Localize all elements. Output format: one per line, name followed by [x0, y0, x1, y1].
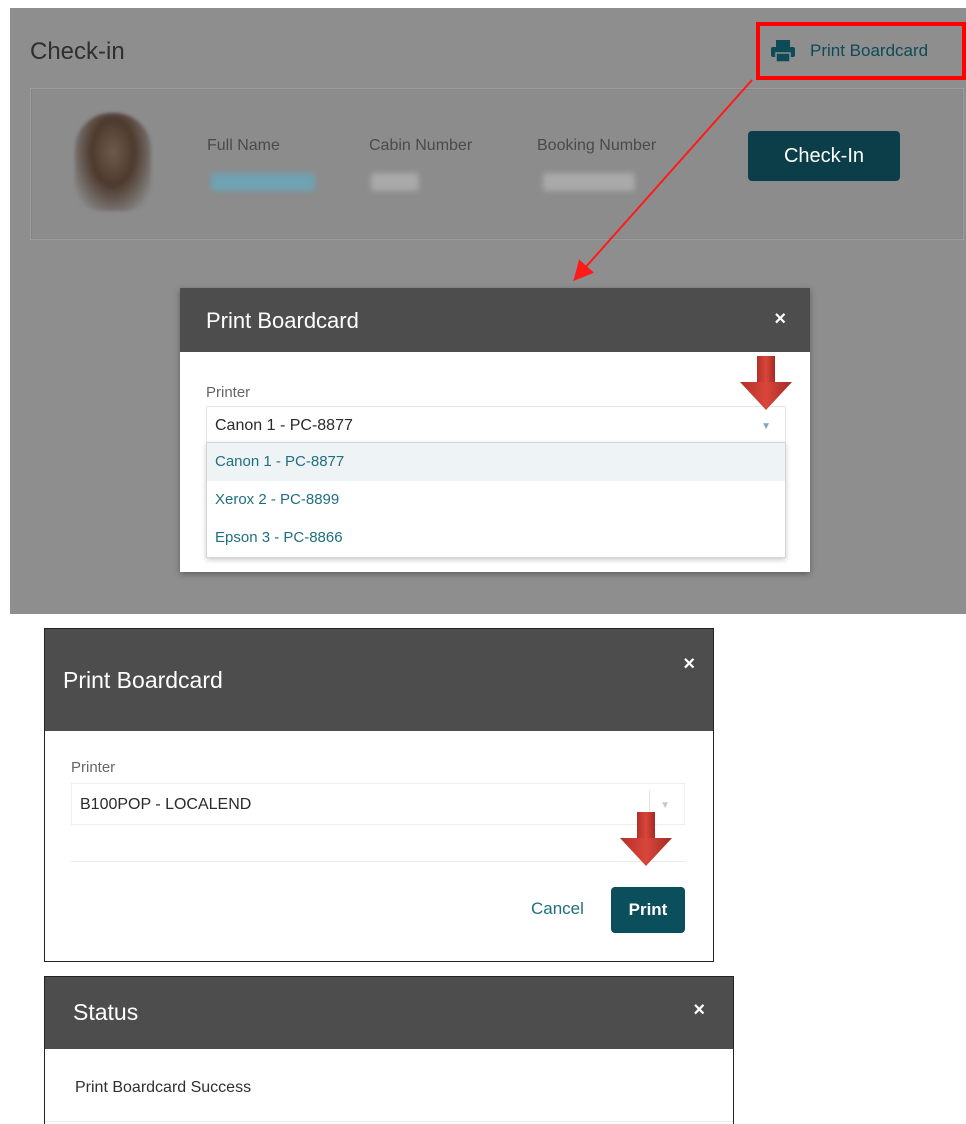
printer-select[interactable]: B100POP - LOCALEND ▼: [71, 783, 685, 825]
status-dialog: Status × Print Boardcard Success: [44, 976, 734, 1124]
dialog-header: Print Boardcard ×: [180, 288, 810, 352]
cabin-number-label: Cabin Number: [369, 137, 473, 154]
printer-select[interactable]: Canon 1 - PC-8877 ▼: [206, 406, 786, 444]
check-in-button[interactable]: Check-In: [748, 131, 900, 181]
footer-divider: [45, 1121, 733, 1122]
select-divider: [649, 790, 650, 820]
booking-number-value-redacted: [543, 173, 635, 191]
chevron-down-icon[interactable]: ▼: [660, 800, 670, 811]
printer-option[interactable]: Xerox 2 - PC-8899: [207, 481, 785, 519]
booking-number-label: Booking Number: [537, 137, 657, 154]
guest-avatar: [75, 113, 151, 211]
footer-divider: [71, 861, 685, 862]
close-icon[interactable]: ×: [774, 308, 786, 331]
print-boardcard-link[interactable]: Print Boardcard: [756, 22, 966, 80]
full-name-value-redacted: [211, 173, 315, 191]
printer-option[interactable]: Canon 1 - PC-8877: [207, 443, 785, 481]
print-button[interactable]: Print: [611, 887, 685, 933]
print-boardcard-dialog: Print Boardcard × Printer Canon 1 - PC-8…: [180, 288, 810, 572]
status-message: Print Boardcard Success: [75, 1079, 252, 1096]
printer-label: Printer: [206, 384, 251, 401]
printer-dropdown: Canon 1 - PC-8877 Xerox 2 - PC-8899 Epso…: [206, 442, 786, 558]
checkin-screenshot: Check-in Print Boardcard Full Name Cabin…: [10, 8, 966, 614]
chevron-down-icon[interactable]: ▼: [761, 421, 771, 432]
close-icon[interactable]: ×: [693, 999, 705, 1022]
dialog-title: Print Boardcard: [206, 308, 359, 333]
guest-card: Full Name Cabin Number Booking Number Ch…: [30, 88, 964, 240]
printer-icon: [771, 40, 795, 63]
print-boardcard-label: Print Boardcard: [810, 41, 929, 60]
dialog-title: Print Boardcard: [63, 667, 223, 693]
full-name-label: Full Name: [207, 137, 280, 154]
print-boardcard-dialog-confirm: Print Boardcard × Printer B100POP - LOCA…: [44, 628, 714, 962]
printer-label: Printer: [71, 759, 116, 776]
printer-option[interactable]: Epson 3 - PC-8866: [207, 519, 785, 557]
page-title: Check-in: [30, 38, 125, 65]
dialog-title: Status: [73, 999, 139, 1025]
dialog-header: Print Boardcard ×: [45, 629, 713, 731]
cabin-number-value-redacted: [371, 173, 419, 191]
printer-select-value: Canon 1 - PC-8877: [215, 417, 353, 434]
cancel-button[interactable]: Cancel: [531, 899, 584, 919]
close-icon[interactable]: ×: [683, 653, 695, 676]
dialog-header: Status ×: [45, 977, 733, 1049]
printer-select-value: B100POP - LOCALEND: [80, 796, 252, 813]
